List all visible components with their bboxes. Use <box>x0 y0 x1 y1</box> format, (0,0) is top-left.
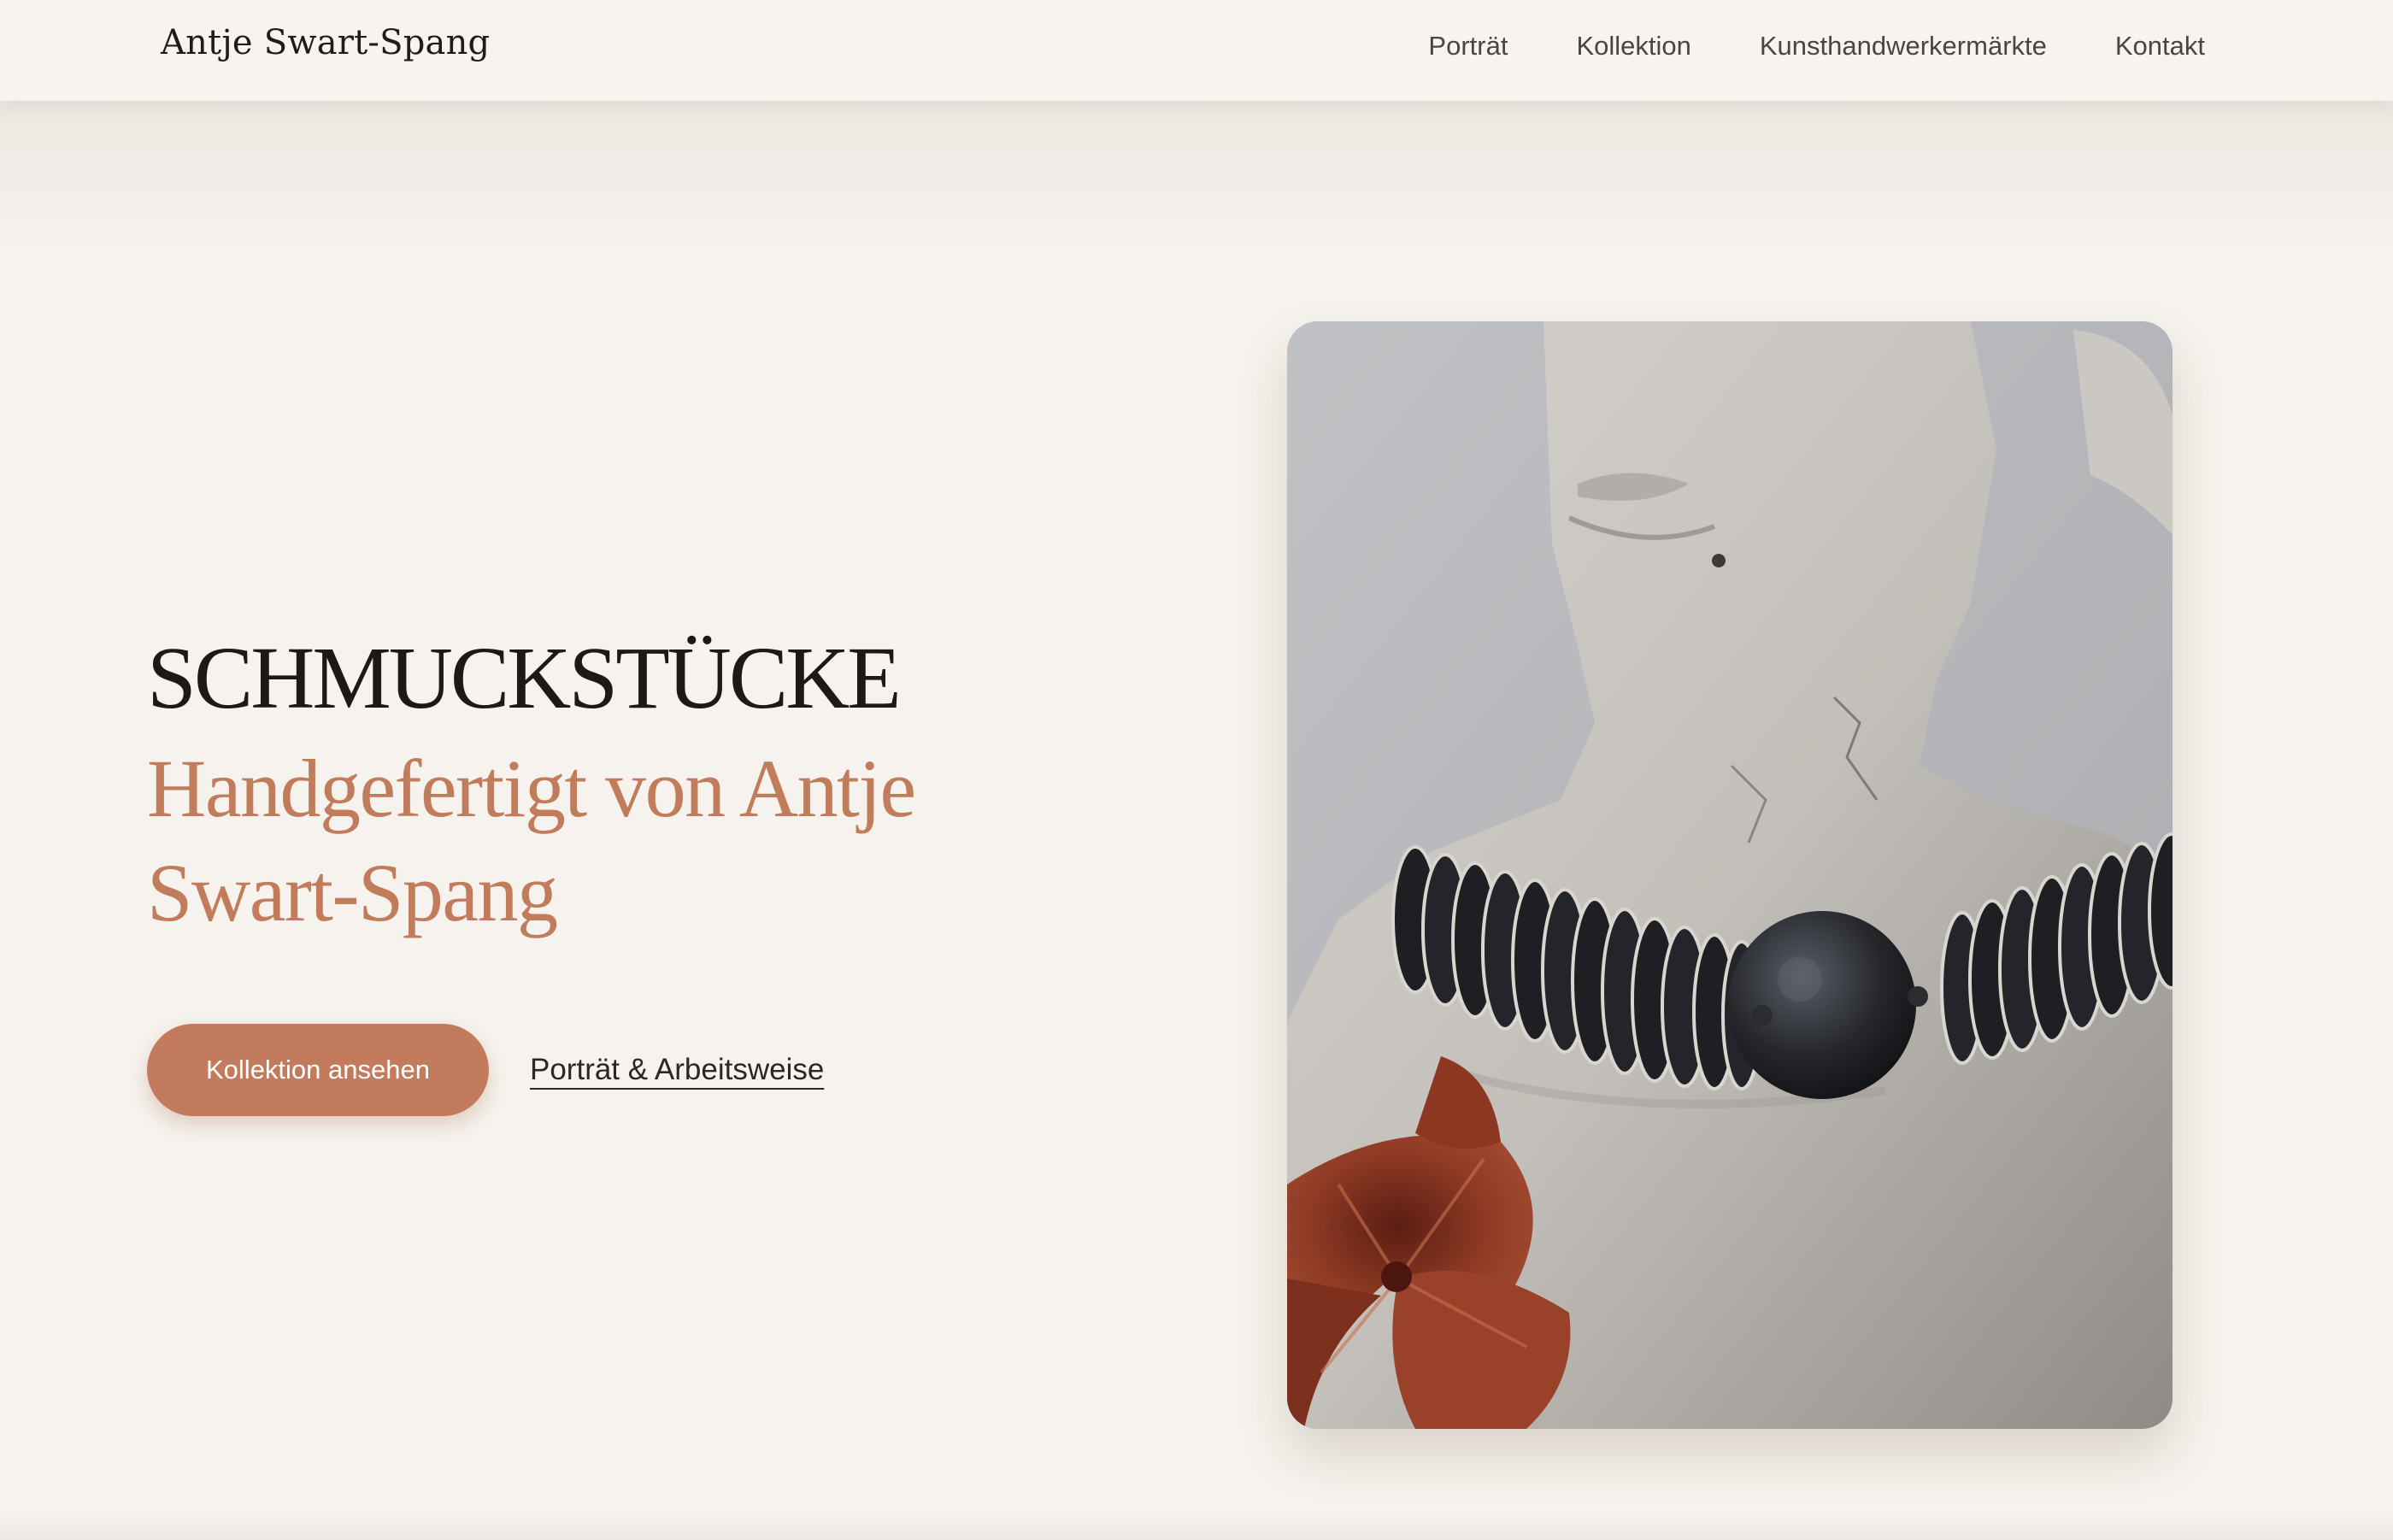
hero-title: SCHMUCKSTÜCKE <box>147 629 902 727</box>
view-collection-button[interactable]: Kollektion ansehen <box>147 1024 489 1116</box>
nav-item-kollektion[interactable]: Kollektion <box>1576 31 1690 62</box>
nav-item-kontakt[interactable]: Kontakt <box>2115 31 2205 62</box>
hero-image <box>1287 321 2173 1429</box>
header-shadow-fade <box>0 101 2393 255</box>
site-header: Antje Swart-Spang Porträt Kollektion Kun… <box>0 0 2393 101</box>
nav-item-kunsthandwerkermaerkte[interactable]: Kunsthandwerkermärkte <box>1760 31 2047 62</box>
nav-item-portraet[interactable]: Porträt <box>1428 31 1508 62</box>
bust-necklace-photo <box>1287 321 2173 1429</box>
section-divider-fade <box>0 1513 2393 1540</box>
hero-subtitle: Handgefertigt von Antje Swart-Spang <box>147 743 916 938</box>
brand-logo-link[interactable]: Antje Swart-Spang <box>161 23 490 62</box>
portrait-workmethod-link[interactable]: Porträt & Arbeitsweise <box>530 1053 824 1087</box>
main-nav: Porträt Kollektion Kunsthandwerkermärkte… <box>1428 31 2205 62</box>
necklace-center-bead <box>1728 911 1916 1099</box>
